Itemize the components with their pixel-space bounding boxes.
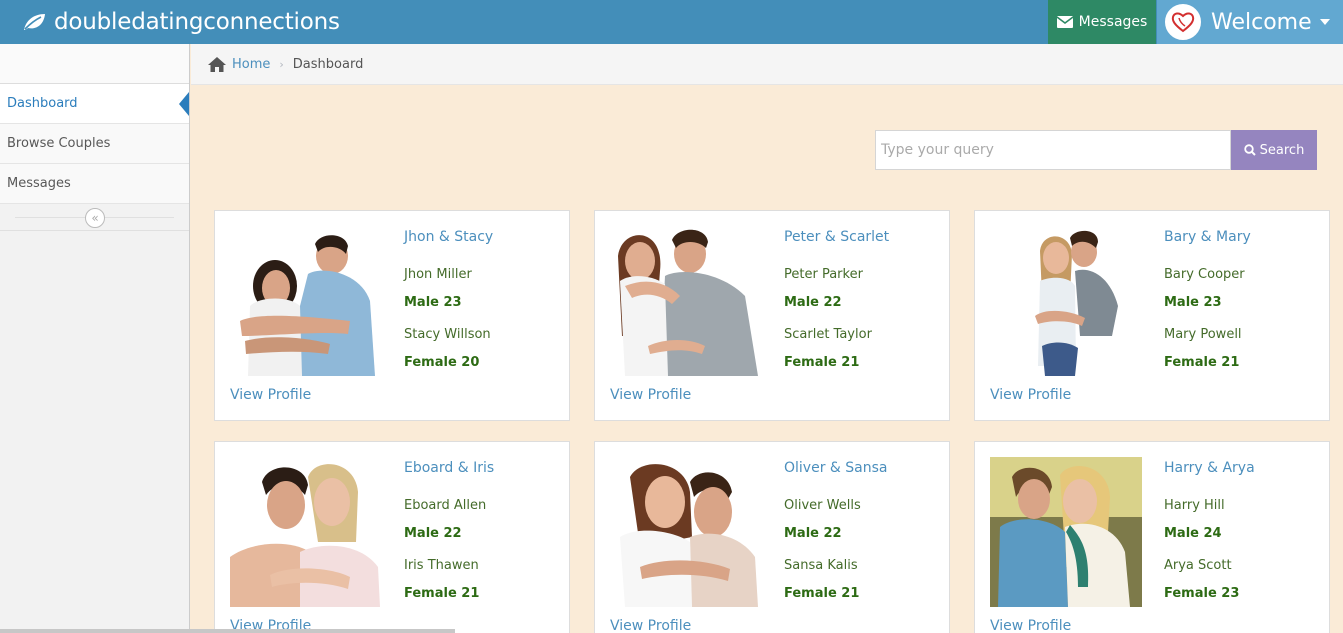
partner2-name: Mary Powell <box>1164 327 1242 342</box>
partner2-gender-age: Female 23 <box>1164 586 1240 601</box>
sidebar-item-dashboard[interactable]: Dashboard <box>0 84 189 124</box>
partner1-gender-age: Male 22 <box>404 526 462 541</box>
envelope-icon <box>1056 16 1073 28</box>
horizontal-scrollbar[interactable] <box>0 629 455 633</box>
sidebar-item-label: Browse Couples <box>7 136 111 151</box>
caret-down-icon <box>1319 19 1330 25</box>
partner2-gender-age: Female 21 <box>1164 355 1240 370</box>
chevron-right-icon: › <box>279 57 284 71</box>
collapse-sidebar-button[interactable]: « <box>85 208 105 228</box>
heart-icon <box>1171 12 1195 33</box>
couple-photo <box>230 226 382 376</box>
view-profile-link[interactable]: View Profile <box>990 387 1071 403</box>
couple-names-link[interactable]: Peter & Scarlet <box>784 229 889 245</box>
partner2-gender-age: Female 21 <box>404 586 480 601</box>
couple-card: Harry & Arya Harry Hill Male 24 Arya Sco… <box>974 441 1330 633</box>
partner2-name: Iris Thawen <box>404 558 479 573</box>
messages-button[interactable]: Messages <box>1048 0 1156 44</box>
search-input[interactable] <box>875 130 1231 170</box>
sidebar-item-browse-couples[interactable]: Browse Couples <box>0 124 189 164</box>
couple-card: Peter & Scarlet Peter Parker Male 22 Sca… <box>594 210 950 421</box>
partner1-gender-age: Male 22 <box>784 295 842 310</box>
view-profile-link[interactable]: View Profile <box>230 387 311 403</box>
view-profile-link[interactable]: View Profile <box>610 618 691 633</box>
messages-label: Messages <box>1078 14 1148 30</box>
user-menu[interactable]: Welcome <box>1157 0 1343 44</box>
navbar: doubledatingconnections Messages Welcome <box>0 0 1343 44</box>
partner2-gender-age: Female 21 <box>784 355 860 370</box>
search-button-label: Search <box>1259 142 1305 158</box>
couple-photo <box>990 457 1142 607</box>
sidebar-item-messages[interactable]: Messages <box>0 164 189 204</box>
couple-photo <box>990 226 1142 376</box>
view-profile-link[interactable]: View Profile <box>610 387 691 403</box>
sidebar-shortcuts <box>0 44 189 84</box>
breadcrumb-current: Dashboard <box>292 56 364 72</box>
breadcrumb: Home › Dashboard <box>191 44 1343 85</box>
sidebar-item-label: Messages <box>7 176 71 191</box>
couple-names-link[interactable]: Harry & Arya <box>1164 460 1255 476</box>
couple-card: Jhon & Stacy Jhon Miller Male 23 Stacy W… <box>214 210 570 421</box>
couple-card: Eboard & Iris Eboard Allen Male 22 Iris … <box>214 441 570 633</box>
home-icon <box>208 56 226 72</box>
welcome-label: Welcome <box>1211 9 1312 35</box>
couple-names-link[interactable]: Eboard & Iris <box>404 460 494 476</box>
sidebar: Dashboard Browse Couples Messages « <box>0 44 190 633</box>
couple-photo <box>610 226 762 376</box>
partner2-gender-age: Female 21 <box>784 586 860 601</box>
sidebar-item-label: Dashboard <box>7 96 78 111</box>
search-icon <box>1243 144 1256 156</box>
partner2-gender-age: Female 20 <box>404 355 480 370</box>
partner1-name: Oliver Wells <box>784 498 861 513</box>
partner2-name: Sansa Kalis <box>784 558 858 573</box>
partner1-name: Jhon Miller <box>404 267 472 282</box>
partner1-gender-age: Male 24 <box>1164 526 1222 541</box>
couple-card: Bary & Mary Bary Cooper Male 23 Mary Pow… <box>974 210 1330 421</box>
partner1-name: Harry Hill <box>1164 498 1225 513</box>
couple-photo <box>610 457 762 607</box>
breadcrumb-home-link[interactable]: Home <box>232 57 270 72</box>
partner1-name: Eboard Allen <box>404 498 487 513</box>
partner2-name: Arya Scott <box>1164 558 1232 573</box>
couple-photo <box>230 457 382 607</box>
couple-card: Oliver & Sansa Oliver Wells Male 22 Sans… <box>594 441 950 633</box>
couple-names-link[interactable]: Oliver & Sansa <box>784 460 887 476</box>
partner2-name: Stacy Willson <box>404 327 491 342</box>
double-chevron-left-icon: « <box>91 211 99 225</box>
partner2-name: Scarlet Taylor <box>784 327 872 342</box>
partner1-name: Bary Cooper <box>1164 267 1245 282</box>
brand[interactable]: doubledatingconnections <box>22 0 340 44</box>
partner1-gender-age: Male 23 <box>1164 295 1222 310</box>
search-button[interactable]: Search <box>1231 130 1317 170</box>
partner1-gender-age: Male 22 <box>784 526 842 541</box>
couple-names-link[interactable]: Bary & Mary <box>1164 229 1251 245</box>
view-profile-link[interactable]: View Profile <box>990 618 1071 633</box>
sidebar-collapse: « <box>0 204 189 231</box>
partner1-gender-age: Male 23 <box>404 295 462 310</box>
couple-names-link[interactable]: Jhon & Stacy <box>404 229 493 245</box>
partner1-name: Peter Parker <box>784 267 863 282</box>
avatar <box>1165 4 1201 40</box>
brand-name: doubledatingconnections <box>54 9 340 35</box>
leaf-icon <box>24 14 45 30</box>
